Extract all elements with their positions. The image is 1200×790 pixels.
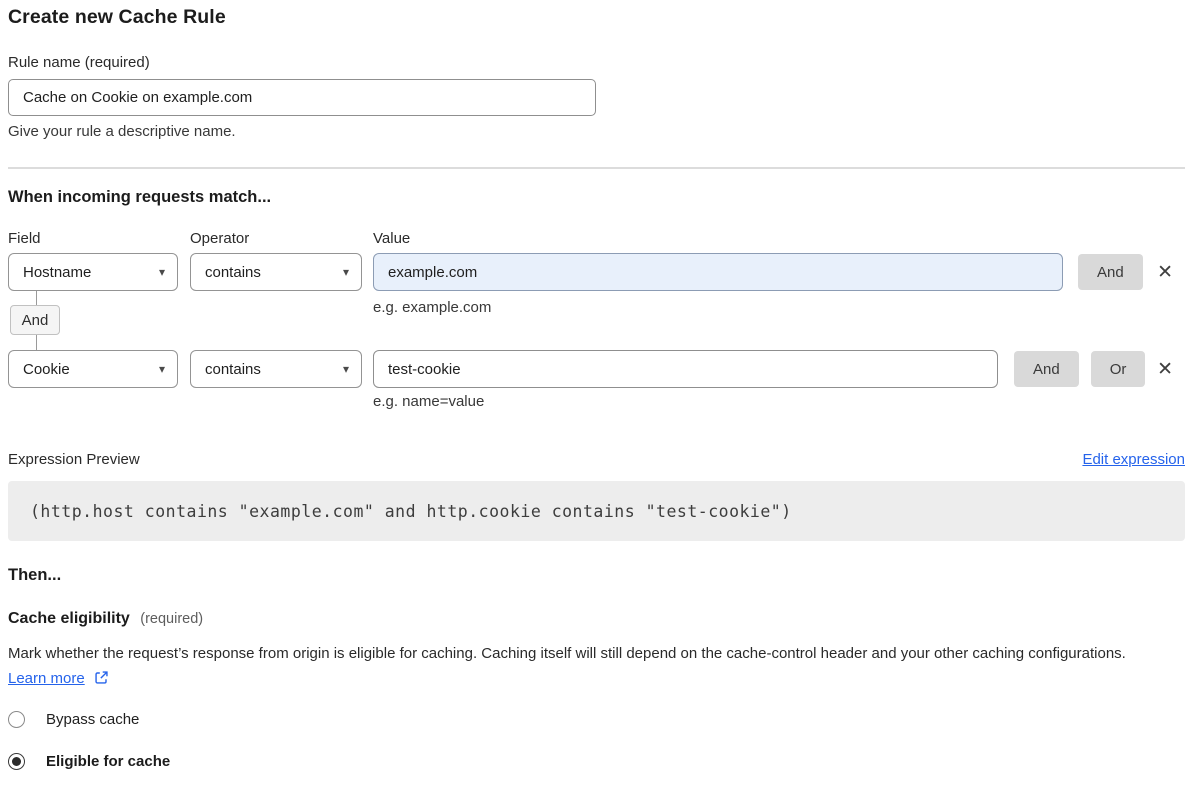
chevron-down-icon: ▾ <box>159 363 165 375</box>
rule-name-help: Give your rule a descriptive name. <box>8 123 1185 140</box>
then-heading: Then... <box>8 566 1185 585</box>
match-heading: When incoming requests match... <box>8 188 1185 207</box>
connector-and-button[interactable]: And <box>10 305 60 335</box>
add-and-button-2[interactable]: And <box>1014 351 1079 387</box>
match-row-1: Hostname ▾ contains ▾ And ✕ <box>8 253 1185 291</box>
radio-eligible-for-cache[interactable]: Eligible for cache <box>8 753 1185 770</box>
expression-header: Expression Preview Edit expression <box>8 451 1185 468</box>
value-hint-2: e.g. name=value <box>373 393 484 410</box>
remove-row-1-icon[interactable]: ✕ <box>1157 263 1173 282</box>
rule-name-input[interactable] <box>8 79 596 116</box>
match-column-labels: Field Operator Value <box>8 230 1185 247</box>
operator-select-2-value: contains <box>205 361 261 378</box>
field-select-1[interactable]: Hostname ▾ <box>8 253 178 291</box>
chevron-down-icon: ▾ <box>159 266 165 278</box>
field-select-1-value: Hostname <box>23 264 91 281</box>
radio-unselected-icon[interactable] <box>8 711 25 728</box>
field-select-2-value: Cookie <box>23 361 70 378</box>
section-divider <box>8 167 1185 169</box>
cache-eligibility-title: Cache eligibility <box>8 610 130 627</box>
operator-column-label: Operator <box>190 230 373 247</box>
value-column-label: Value <box>373 230 410 247</box>
radio-eligible-label: Eligible for cache <box>46 753 170 770</box>
edit-expression-link[interactable]: Edit expression <box>1082 451 1185 468</box>
chevron-down-icon: ▾ <box>343 266 349 278</box>
radio-bypass-label: Bypass cache <box>46 711 139 728</box>
expression-code: (http.host contains "example.com" and ht… <box>30 502 792 521</box>
connector-line-top <box>36 291 37 305</box>
external-link-icon <box>94 670 109 685</box>
value-hint-2-area: e.g. name=value <box>8 388 1185 410</box>
value-hint-1: e.g. example.com <box>373 299 491 316</box>
value-input-2[interactable] <box>373 350 998 388</box>
learn-more-link[interactable]: Learn more <box>8 670 85 687</box>
remove-row-2-icon[interactable]: ✕ <box>1157 360 1173 379</box>
radio-selected-icon[interactable] <box>8 753 25 770</box>
row-connector-area: e.g. example.com And <box>8 291 1185 350</box>
connector-line-bottom <box>36 335 37 350</box>
operator-select-2[interactable]: contains ▾ <box>190 350 362 388</box>
add-or-button-2[interactable]: Or <box>1091 351 1146 387</box>
operator-select-1-value: contains <box>205 264 261 281</box>
match-row-2: Cookie ▾ contains ▾ And Or ✕ <box>8 350 1185 388</box>
radio-bypass-cache[interactable]: Bypass cache <box>8 711 1185 728</box>
value-input-1[interactable] <box>373 253 1063 291</box>
expression-code-block: (http.host contains "example.com" and ht… <box>8 481 1185 541</box>
create-cache-rule-form: Create new Cache Rule Rule name (require… <box>0 6 1193 770</box>
field-select-2[interactable]: Cookie ▾ <box>8 350 178 388</box>
rule-name-label: Rule name (required) <box>8 54 1185 71</box>
field-column-label: Field <box>8 230 190 247</box>
required-note: (required) <box>140 611 203 627</box>
operator-select-1[interactable]: contains ▾ <box>190 253 362 291</box>
chevron-down-icon: ▾ <box>343 363 349 375</box>
radio-dot <box>12 757 21 766</box>
add-and-button-1[interactable]: And <box>1078 254 1143 290</box>
cache-eligibility-description: Mark whether the request’s response from… <box>8 641 1168 691</box>
cache-eligibility-heading: Cache eligibility (required) <box>8 610 1185 628</box>
expression-preview-label: Expression Preview <box>8 451 140 468</box>
page-title: Create new Cache Rule <box>8 6 1185 29</box>
description-text: Mark whether the request’s response from… <box>8 645 1126 662</box>
